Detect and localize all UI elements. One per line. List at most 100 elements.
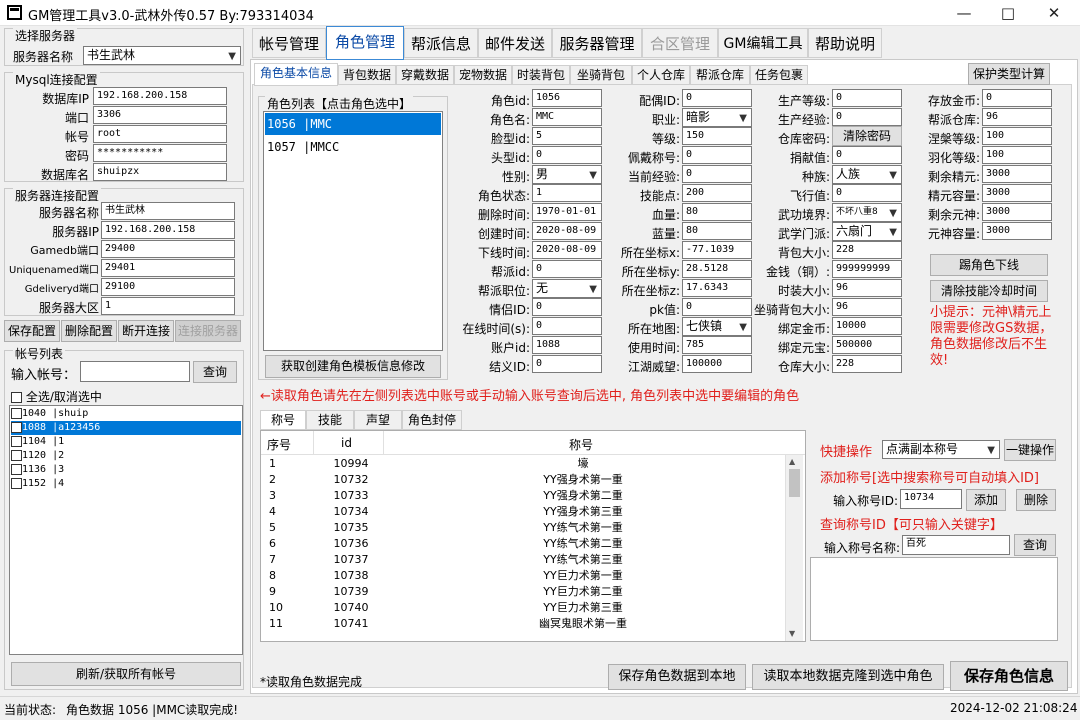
face-id-input[interactable]: 5 [532, 127, 602, 145]
title-id-input[interactable]: 10734 [900, 489, 962, 509]
account-input[interactable] [80, 361, 190, 382]
prod-exp-input[interactable]: 0 [832, 108, 902, 126]
db-port-input[interactable]: 3306 [93, 106, 227, 124]
col-header-id[interactable]: id [341, 436, 352, 450]
guild-rank-select[interactable]: 无 ▼ [532, 279, 602, 298]
title-name-input[interactable]: 百死 [902, 535, 1010, 555]
spirit-cap-input[interactable]: 3000 [982, 222, 1052, 240]
pos-z-input[interactable]: 17.6343 [682, 279, 752, 297]
table-row[interactable]: 2 10732 YY强身术第一重 [261, 472, 783, 488]
delete-title-button[interactable]: 删除 [1016, 489, 1056, 511]
kick-role-button[interactable]: 踢角色下线 [930, 254, 1048, 276]
gender-select[interactable]: 男 ▼ [532, 165, 602, 184]
gamedb-port-input[interactable]: 29400 [101, 240, 235, 258]
donation-input[interactable]: 0 [832, 146, 902, 164]
skill-points-input[interactable]: 200 [682, 184, 752, 202]
exp-input[interactable]: 0 [682, 165, 752, 183]
bound-yuanbao-input[interactable]: 500000 [832, 336, 902, 354]
bound-gold-input[interactable]: 10000 [832, 317, 902, 335]
hp-input[interactable]: 80 [682, 203, 752, 221]
tab-role-mgmt[interactable]: 角色管理 [326, 26, 404, 60]
checkbox-icon[interactable] [11, 449, 22, 461]
checkbox-icon[interactable] [11, 421, 22, 433]
db-name-input[interactable]: shuipzx [93, 163, 227, 181]
create-time-input[interactable]: 2020-08-09 2 [532, 222, 602, 240]
srv-name-input[interactable]: 书生武林 [101, 202, 235, 220]
delete-config-button[interactable]: 删除配置 [61, 320, 117, 342]
sect-select[interactable]: 六扇门 ▼ [832, 222, 902, 241]
table-row[interactable]: 6 10736 YY练气术第二重 [261, 536, 783, 552]
race-select[interactable]: 人族 ▼ [832, 165, 902, 184]
col-header-title[interactable]: 称号 [569, 436, 593, 453]
subtab-quest[interactable]: 任务包裹 [750, 65, 808, 85]
online-time-input[interactable]: 0 [532, 317, 602, 335]
clear-skill-cooldown-button[interactable]: 清除技能冷却时间 [930, 280, 1048, 302]
map-select[interactable]: 七侠镇 ▼ [682, 317, 752, 336]
server-select[interactable]: 书生武林 ▼ [83, 46, 241, 65]
table-row[interactable]: 3 10733 YY强身术第二重 [261, 488, 783, 504]
storage-size-input[interactable]: 228 [832, 355, 902, 373]
hair-id-input[interactable]: 0 [532, 146, 602, 164]
subtab-fashion[interactable]: 时装背包 [512, 65, 570, 85]
maximize-button[interactable]: □ [986, 2, 1030, 24]
realm-select[interactable]: 不坏八重8 ▼ [832, 203, 902, 222]
fashion-size-input[interactable]: 96 [832, 279, 902, 297]
feather-level-input[interactable]: 100 [982, 146, 1052, 164]
essence-cap-input[interactable]: 3000 [982, 184, 1052, 202]
table-row[interactable]: 8 10738 YY巨力术第一重 [261, 568, 783, 584]
logout-time-input[interactable]: 2020-08-09 2 [532, 241, 602, 259]
mp-input[interactable]: 80 [682, 222, 752, 240]
db-user-input[interactable]: root [93, 125, 227, 143]
role-item-selected[interactable]: 1056 |MMC [265, 113, 441, 135]
tab-ban[interactable]: 角色封停 [402, 410, 462, 430]
checkbox-icon[interactable] [11, 477, 22, 489]
refresh-accounts-button[interactable]: 刷新/获取所有帐号 [11, 662, 241, 686]
scroll-up-icon[interactable]: ▲ [789, 457, 795, 466]
save-config-button[interactable]: 保存配置 [4, 320, 60, 342]
subtab-personal-storage[interactable]: 个人仓库 [632, 65, 690, 85]
clear-password-button[interactable]: 清除密码 [832, 126, 902, 146]
prestige-input[interactable]: 100000 [682, 355, 752, 373]
delete-time-input[interactable]: 1970-01-01 0 [532, 203, 602, 221]
title-worn-input[interactable]: 0 [682, 146, 752, 164]
uniquenamed-port-input[interactable]: 29401 [101, 259, 235, 277]
table-row[interactable]: 9 10739 YY巨力术第二重 [261, 584, 783, 600]
tab-help[interactable]: 帮助说明 [808, 28, 882, 58]
table-row[interactable]: 10 10740 YY巨力术第三重 [261, 600, 783, 616]
subtab-pet[interactable]: 宠物数据 [454, 65, 512, 85]
one-click-button[interactable]: 一键操作 [1004, 439, 1056, 461]
money-input[interactable]: 999999999 [832, 260, 902, 278]
subtab-mount[interactable]: 坐骑背包 [570, 65, 632, 85]
list-item[interactable]: 1136 |3 [11, 463, 241, 477]
table-row[interactable]: 4 10734 YY强身术第三重 [261, 504, 783, 520]
list-item[interactable]: 1040 |shuip [11, 407, 241, 421]
list-item[interactable]: 1152 |4 [11, 477, 241, 491]
prod-level-input[interactable]: 0 [832, 89, 902, 107]
account-id-input[interactable]: 1088 [532, 336, 602, 354]
tab-reputation[interactable]: 声望 [354, 410, 402, 430]
bag-size-input[interactable]: 228 [832, 241, 902, 259]
tab-title[interactable]: 称号 [260, 410, 306, 430]
disconnect-button[interactable]: 断开连接 [118, 320, 174, 342]
spouse-input[interactable]: 0 [682, 89, 752, 107]
subtab-bag[interactable]: 背包数据 [338, 65, 396, 85]
minimize-button[interactable]: — [942, 2, 986, 24]
checkbox-icon[interactable] [11, 435, 22, 447]
scroll-thumb[interactable] [789, 469, 800, 497]
essence-left-input[interactable]: 3000 [982, 165, 1052, 183]
tab-account-mgmt[interactable]: 帐号管理 [252, 28, 326, 58]
tab-server-mgmt[interactable]: 服务器管理 [552, 28, 642, 58]
pos-x-input[interactable]: -77.1039 [682, 241, 752, 259]
role-name-input[interactable]: MMC [532, 108, 602, 126]
gdeliveryd-port-input[interactable]: 29100 [101, 278, 235, 296]
role-id-input[interactable]: 1056 [532, 89, 602, 107]
tab-skill[interactable]: 技能 [306, 410, 354, 430]
save-role-button[interactable]: 保存角色信息 [950, 661, 1068, 691]
level-input[interactable]: 150 [682, 127, 752, 145]
tab-mail-send[interactable]: 邮件发送 [478, 28, 552, 58]
tab-gm-editor[interactable]: GM编辑工具 [718, 28, 808, 58]
close-button[interactable]: ✕ [1032, 2, 1076, 24]
col-header-index[interactable]: 序号 [267, 436, 291, 453]
role-item[interactable]: 1057 |MMCC [265, 136, 441, 158]
db-ip-input[interactable]: 192.168.200.158 [93, 87, 227, 105]
